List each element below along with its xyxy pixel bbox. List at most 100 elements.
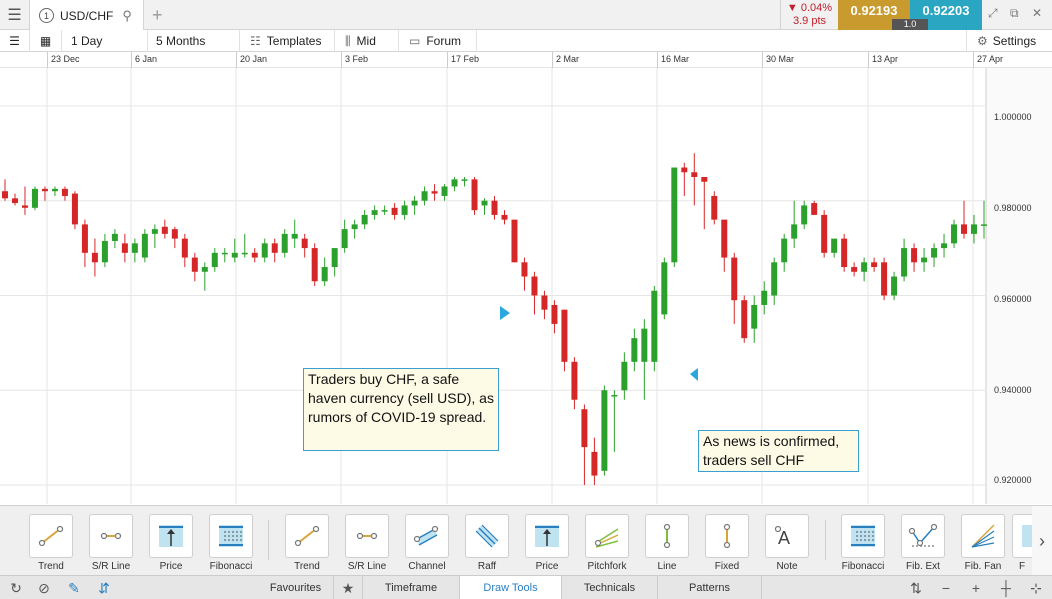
draw-tool-fibonacci[interactable]: Fibonacci — [201, 514, 261, 576]
tab-timeframe[interactable]: Timeframe — [362, 576, 460, 599]
hamburger-menu-icon[interactable]: ☰ — [0, 0, 30, 30]
candle-up — [441, 186, 448, 196]
change-points: 3.9 pts — [792, 15, 827, 27]
candle-up — [901, 248, 908, 277]
fib-ext-icon — [901, 514, 945, 558]
draw-tool-fibonacci[interactable]: Fibonacci — [833, 514, 893, 576]
draw-tool-price[interactable]: Price — [517, 514, 577, 576]
layout-icon[interactable]: ▦ — [30, 30, 62, 52]
callout-buy-chf[interactable]: Traders buy CHF, a safe haven currency (… — [303, 368, 499, 451]
draw-tool-fixed[interactable]: Fixed — [697, 514, 757, 576]
expand-icon[interactable]: ⤢ — [988, 6, 998, 21]
candle-down — [191, 257, 198, 272]
templates-button[interactable]: ☷ Templates — [240, 30, 335, 52]
price-change: ▼ 0.04% 3.9 pts — [780, 0, 838, 30]
date-tick: 13 Apr — [868, 52, 898, 68]
candle-up — [651, 290, 658, 362]
candle-down — [591, 451, 598, 476]
price-type-selector[interactable]: ⫼ Mid — [335, 30, 399, 52]
candle-down — [881, 262, 888, 296]
sort-arrows-icon[interactable]: ⇵ — [90, 576, 118, 599]
timeframe-label: 1 Day — [71, 34, 103, 48]
date-tick: 27 Apr — [973, 52, 1003, 68]
sr-line-icon — [345, 514, 389, 558]
candle-up — [641, 328, 648, 362]
tab-technicals[interactable]: Technicals — [562, 576, 658, 599]
sell-price: 0.92193 — [850, 3, 898, 18]
tab-patterns[interactable]: Patterns — [658, 576, 762, 599]
fibonacci-icon — [841, 514, 885, 558]
candle-down — [581, 409, 588, 448]
date-tick: 30 Mar — [762, 52, 794, 68]
draw-tool-fib-fan[interactable]: Fib. Fan — [953, 514, 1013, 576]
candle-up — [361, 214, 368, 225]
candle-down — [391, 207, 398, 215]
candle-down — [171, 229, 178, 239]
zoom-in-icon[interactable]: + — [962, 576, 990, 599]
draw-tool-note[interactable]: A Note — [757, 514, 817, 576]
candle-up — [421, 191, 428, 201]
tab-draw-tools[interactable]: Draw Tools — [460, 576, 562, 599]
tab-favourites[interactable]: Favourites — [258, 576, 334, 599]
forum-button[interactable]: ▭ Forum — [399, 30, 477, 52]
close-icon[interactable]: ✕ — [1032, 6, 1042, 20]
pencil-icon[interactable]: ✎ — [60, 576, 88, 599]
note-icon: A — [765, 514, 809, 558]
candle-up — [891, 276, 898, 296]
candle-up — [211, 252, 218, 268]
crosshair-icon[interactable]: ┼ — [992, 576, 1020, 599]
clear-icon[interactable]: ⊘ — [30, 576, 58, 599]
candle-down — [61, 188, 68, 196]
scroll-right-icon[interactable]: › — [1032, 506, 1052, 576]
candle-down — [531, 276, 538, 296]
candle-down — [491, 200, 498, 215]
move-icon[interactable]: ⇅ — [902, 576, 930, 599]
callout-sell-chf[interactable]: As news is confirmed, traders sell CHF — [698, 430, 859, 472]
candle-down — [541, 295, 548, 310]
search-icon[interactable]: ⚲ — [122, 8, 132, 24]
draw-tool-fib-ext[interactable]: Fib. Ext — [893, 514, 953, 576]
draw-tool-s-r-line[interactable]: S/R Line — [337, 514, 397, 576]
tool-label: Fixed — [714, 561, 740, 572]
list-icon[interactable]: ☰ — [0, 30, 30, 52]
star-icon[interactable]: ★ — [334, 576, 362, 599]
pitchfork-icon — [585, 514, 629, 558]
tab-label: Patterns — [689, 582, 730, 594]
draw-tool-line[interactable]: Line — [637, 514, 697, 576]
candle-down — [871, 262, 878, 268]
draw-tool-raff[interactable]: Raff — [457, 514, 517, 576]
zoom-out-icon[interactable]: − — [932, 576, 960, 599]
fib-icon — [1012, 514, 1032, 558]
candle-down — [431, 191, 438, 194]
settings-button[interactable]: ⚙ Settings — [966, 30, 1052, 52]
price-line-icon — [525, 514, 569, 558]
draw-tool-s-r-line[interactable]: S/R Line — [81, 514, 141, 576]
add-tab-icon[interactable]: + — [152, 5, 163, 26]
instrument-tab[interactable]: 1 USD/CHF ⚲ — [30, 0, 144, 31]
popout-icon[interactable]: ⧉ — [1010, 6, 1019, 21]
refresh-icon[interactable]: ↻ — [2, 576, 30, 599]
candle-up — [151, 229, 158, 234]
draw-tool-price[interactable]: Price — [141, 514, 201, 576]
divider — [268, 520, 269, 560]
timeframe-selector[interactable]: 1 Day — [62, 30, 148, 52]
draw-tool-pitchfork[interactable]: Pitchfork — [577, 514, 637, 576]
draw-tool-trend[interactable]: Trend — [277, 514, 337, 576]
draw-tool-channel[interactable]: Channel — [397, 514, 457, 576]
draw-tool-trend[interactable]: Trend — [21, 514, 81, 576]
candle-up — [401, 205, 408, 215]
candle-up — [201, 267, 208, 272]
range-selector[interactable]: 5 Months — [148, 30, 240, 52]
candle-down — [91, 252, 98, 263]
date-tick: 23 Dec — [47, 52, 80, 68]
price-axis-bg — [986, 68, 1052, 504]
candle-up — [111, 233, 118, 241]
candlestick-chart[interactable]: 1.000000 0.980000 0.960000 0.940000 0.92… — [0, 68, 1052, 504]
price-chart[interactable]: 1.000000 0.980000 0.960000 0.940000 0.92… — [0, 68, 1052, 504]
buy-price: 0.92203 — [922, 3, 970, 18]
candle-down — [731, 257, 738, 301]
candle-up — [601, 390, 608, 471]
fullscreen-icon[interactable]: ⊹ — [1022, 576, 1050, 599]
price-tick: 0.920000 — [994, 475, 1032, 485]
draw-tool-f[interactable]: F — [1012, 514, 1032, 576]
